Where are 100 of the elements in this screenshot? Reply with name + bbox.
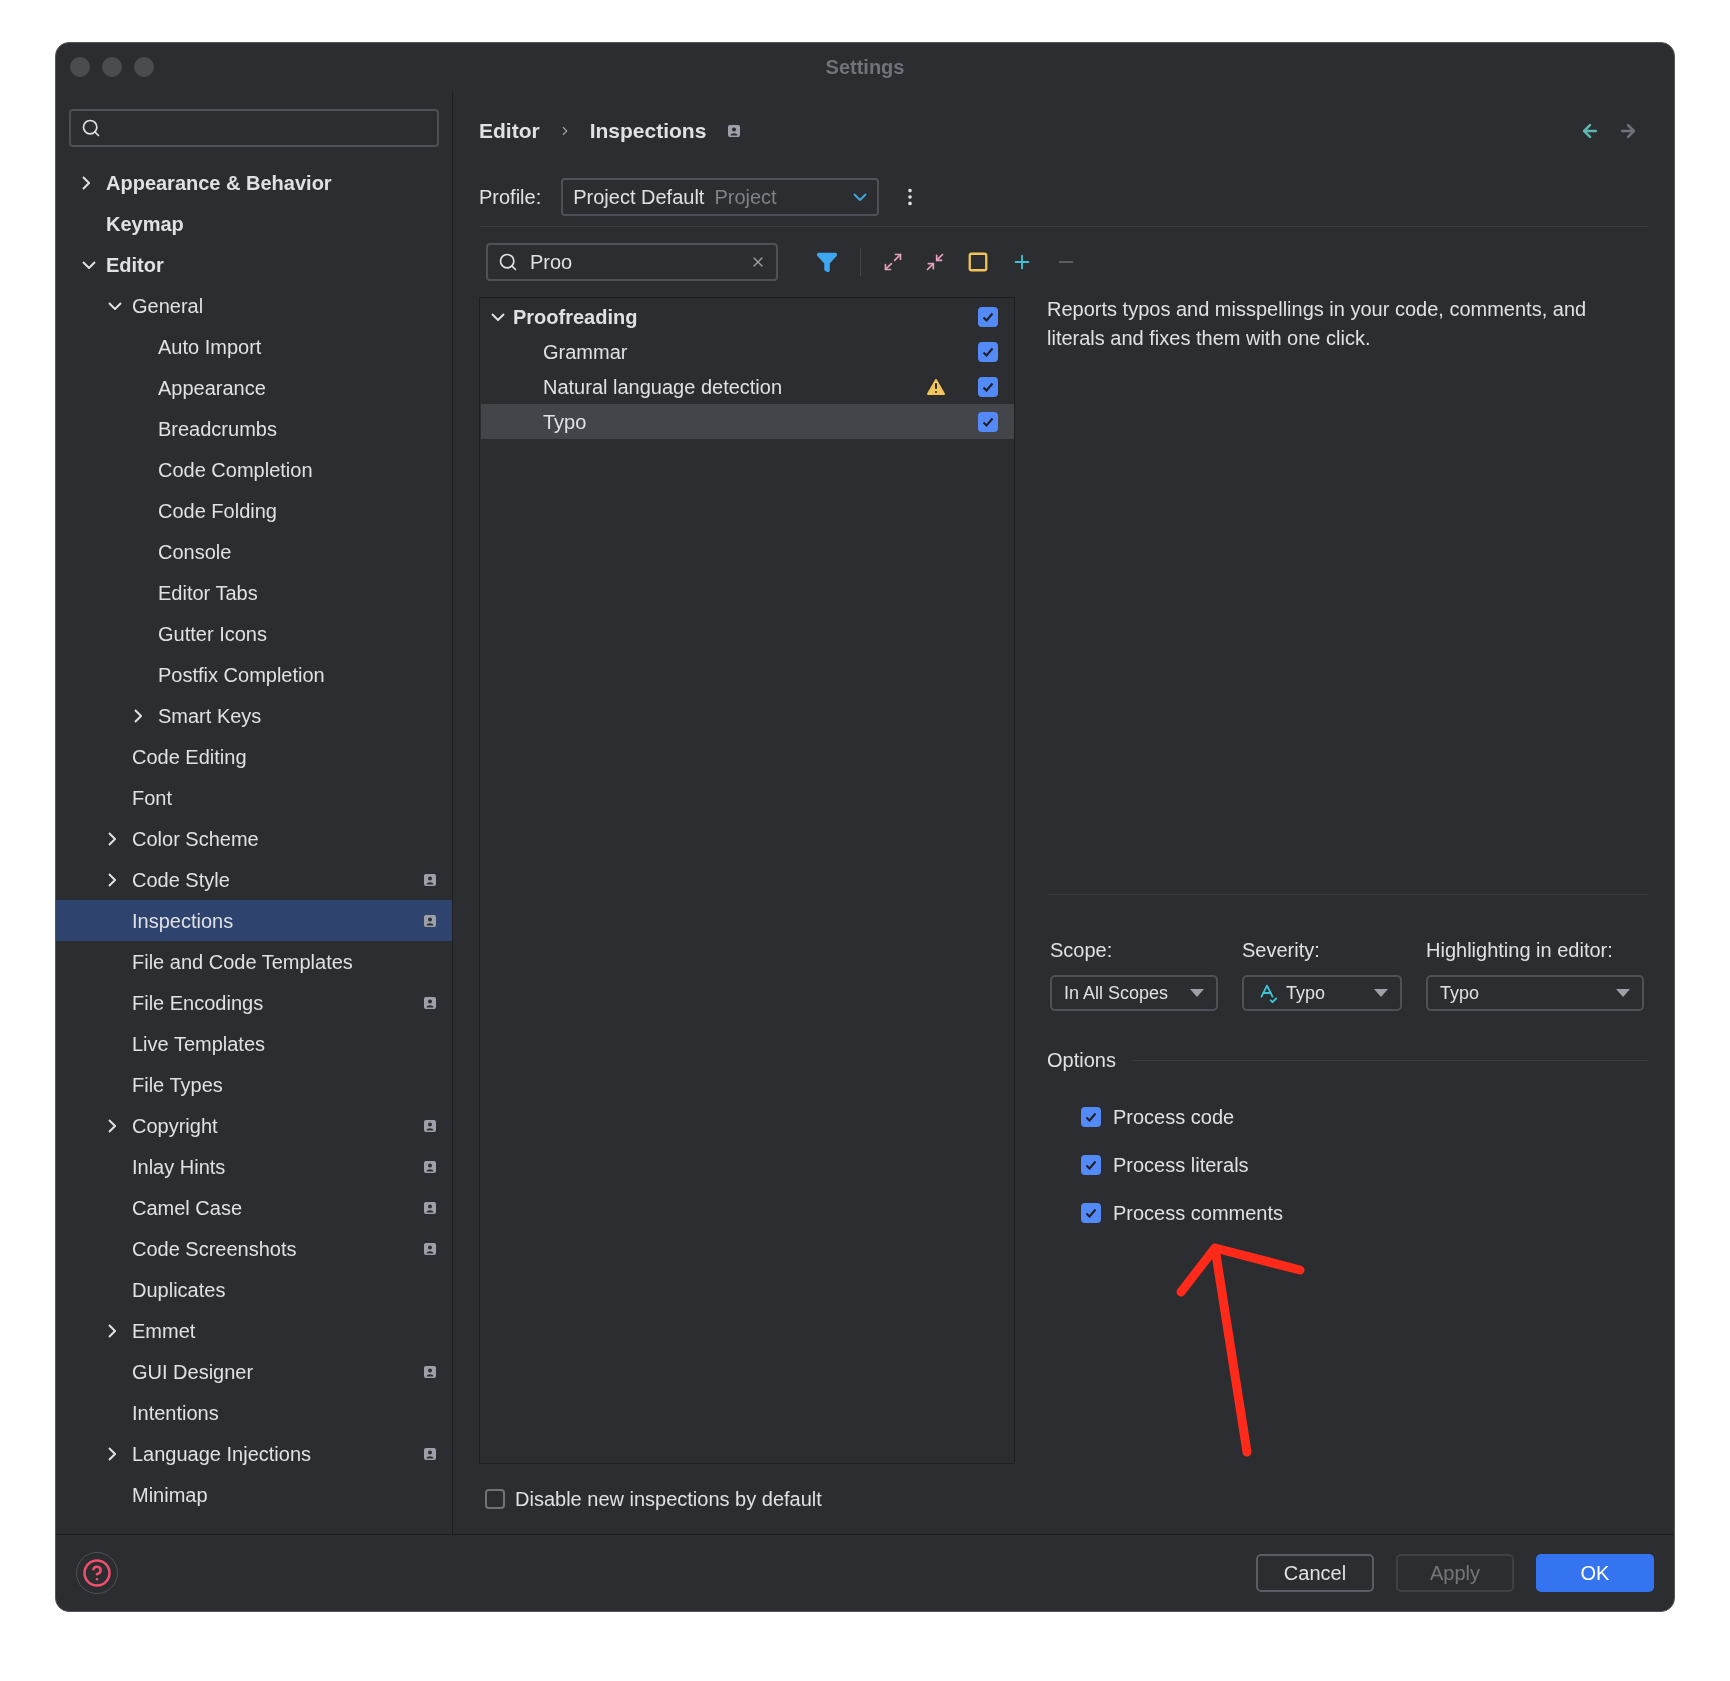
profile-label: Profile: — [479, 184, 542, 210]
sidebar-item[interactable]: Appearance & Behavior — [56, 162, 452, 203]
chevron-right-icon[interactable] — [108, 872, 116, 887]
sidebar-item-label: Keymap — [106, 211, 185, 237]
sidebar-item[interactable]: Inspections — [56, 900, 452, 941]
sidebar-item-label: Editor — [106, 252, 165, 278]
inspection-checkbox[interactable] — [978, 341, 998, 362]
sidebar-item[interactable]: Inlay Hints — [56, 1146, 452, 1187]
filter-icon[interactable] — [816, 251, 838, 273]
breadcrumb-item: Inspections — [589, 118, 707, 145]
checkmark-icon — [1084, 1206, 1098, 1220]
sidebar-item[interactable]: Live Templates — [56, 1023, 452, 1064]
inspection-row[interactable]: Grammar — [481, 334, 1014, 369]
search-field[interactable] — [69, 109, 439, 147]
severity-dropdown[interactable]: Typo — [1242, 975, 1402, 1011]
sidebar-item[interactable]: File and Code Templates — [56, 941, 452, 982]
checkbox-label: Process code — [1113, 1105, 1235, 1130]
sidebar-item[interactable]: Console — [56, 531, 452, 572]
chevron-right-icon[interactable] — [108, 1323, 116, 1338]
sidebar-item[interactable]: Minimap — [56, 1474, 452, 1515]
option-checkbox[interactable] — [1081, 1203, 1101, 1223]
options-heading: Options — [1047, 1048, 1116, 1073]
chevron-right-icon[interactable] — [108, 1446, 116, 1461]
option-checkbox[interactable] — [1081, 1155, 1101, 1175]
sidebar-item[interactable]: Duplicates — [56, 1269, 452, 1310]
sidebar-item[interactable]: Auto Import — [56, 326, 452, 367]
disable-checkbox[interactable] — [485, 1489, 505, 1509]
sidebar-item[interactable]: Appearance — [56, 367, 452, 408]
sidebar-item[interactable]: Code Completion — [56, 449, 452, 490]
sidebar-item[interactable]: GUI Designer — [56, 1351, 452, 1392]
inspection-row[interactable]: Typo — [481, 404, 1014, 439]
sidebar-item-label: Code Completion — [158, 457, 314, 483]
chevron-down-icon[interactable] — [853, 192, 868, 201]
sidebar-item-label: Live Templates — [132, 1031, 267, 1057]
sidebar-item-label: Color Scheme — [132, 826, 260, 852]
breadcrumb-item[interactable]: Editor — [479, 115, 540, 147]
chevron-right-icon[interactable] — [108, 1118, 116, 1133]
profile-dropdown[interactable]: Project Default Project — [561, 177, 880, 216]
field-label: Scope: — [1050, 938, 1114, 963]
sidebar-item[interactable]: Color Scheme — [56, 818, 452, 859]
inspection-checkbox[interactable] — [978, 376, 998, 397]
sidebar-item[interactable]: Code Folding — [56, 490, 452, 531]
sidebar-item[interactable]: Code Screenshots — [56, 1228, 452, 1269]
sidebar-item[interactable]: File Types — [56, 1064, 452, 1105]
window-title: Settings — [825, 55, 905, 80]
sidebar-item-label: Emmet — [132, 1318, 197, 1344]
expand-all-icon[interactable] — [883, 252, 903, 272]
inspection-checkbox[interactable] — [978, 306, 998, 327]
chevron-right-icon[interactable] — [134, 708, 142, 723]
inspection-checkbox[interactable] — [978, 411, 998, 432]
project-scope-icon — [424, 914, 436, 927]
highlighting-dropdown[interactable]: Typo — [1426, 975, 1644, 1011]
sidebar-item[interactable]: Font — [56, 777, 452, 818]
sidebar-item-label: Font — [132, 785, 174, 811]
field-label: Highlighting in editor: — [1426, 938, 1614, 963]
option-checkbox[interactable] — [1081, 1107, 1101, 1127]
sidebar-item[interactable]: File Encodings — [56, 982, 452, 1023]
sidebar-item[interactable]: Language Injections — [56, 1433, 452, 1474]
sidebar-item-label: File Encodings — [132, 990, 265, 1016]
chevron-right-icon[interactable] — [82, 175, 90, 190]
project-scope-icon — [424, 996, 436, 1009]
sidebar-item[interactable]: Copyright — [56, 1105, 452, 1146]
sidebar-item[interactable]: Gutter Icons — [56, 613, 452, 654]
sidebar-item[interactable]: Smart Keys — [56, 695, 452, 736]
sidebar-item[interactable]: Breadcrumbs — [56, 408, 452, 449]
sidebar-item[interactable]: Editor — [56, 244, 452, 285]
caret-icon — [1374, 989, 1388, 997]
checkbox-label: Disable new inspections by default — [515, 1487, 822, 1512]
inspection-row[interactable]: Natural language detection — [481, 369, 1014, 404]
sidebar-item-label: Breadcrumbs — [158, 416, 278, 442]
inspection-description: Reports typos and misspellings in your code, comments, and literals and fixes them with one click. — [1047, 295, 1648, 895]
sidebar-item-label: Code Screenshots — [132, 1236, 298, 1262]
sidebar-item-label: Auto Import — [158, 334, 263, 360]
search-icon — [81, 118, 101, 138]
sidebar-item[interactable]: Emmet — [56, 1310, 452, 1351]
sidebar-item[interactable]: Code Style — [56, 859, 452, 900]
sidebar-item-label: Code Folding — [158, 498, 278, 524]
inspection-row[interactable]: Proofreading — [481, 299, 1014, 334]
project-scope-icon — [424, 1242, 436, 1255]
sidebar-item[interactable]: Postfix Completion — [56, 654, 452, 695]
sidebar-item[interactable]: Keymap — [56, 203, 452, 244]
sidebar-item[interactable]: General — [56, 285, 452, 326]
sidebar-item-label: Code Editing — [132, 744, 248, 770]
checkbox-label: Process comments — [1113, 1201, 1284, 1226]
dialog-button[interactable]: OK — [1536, 1554, 1654, 1592]
dialog-button[interactable]: Cancel — [1256, 1554, 1374, 1592]
chevron-right-icon[interactable] — [108, 831, 116, 846]
filter-search-field[interactable]: Proo — [486, 243, 778, 281]
sidebar-item[interactable]: Code Editing — [56, 736, 452, 777]
sidebar-item[interactable]: Editor Tabs — [56, 572, 452, 613]
caret-icon — [1616, 989, 1630, 997]
scope-dropdown[interactable]: In All Scopes — [1050, 975, 1218, 1011]
inspection-label: Grammar — [543, 339, 629, 365]
sidebar-item-label: Console — [158, 539, 233, 565]
project-scope-icon — [424, 873, 436, 886]
sidebar-item[interactable]: Camel Case — [56, 1187, 452, 1228]
sidebar-item[interactable]: Intentions — [56, 1392, 452, 1433]
square-icon[interactable] — [967, 251, 989, 273]
collapse-all-icon[interactable] — [925, 252, 945, 272]
sidebar-item-label: Editor Tabs — [158, 580, 259, 606]
